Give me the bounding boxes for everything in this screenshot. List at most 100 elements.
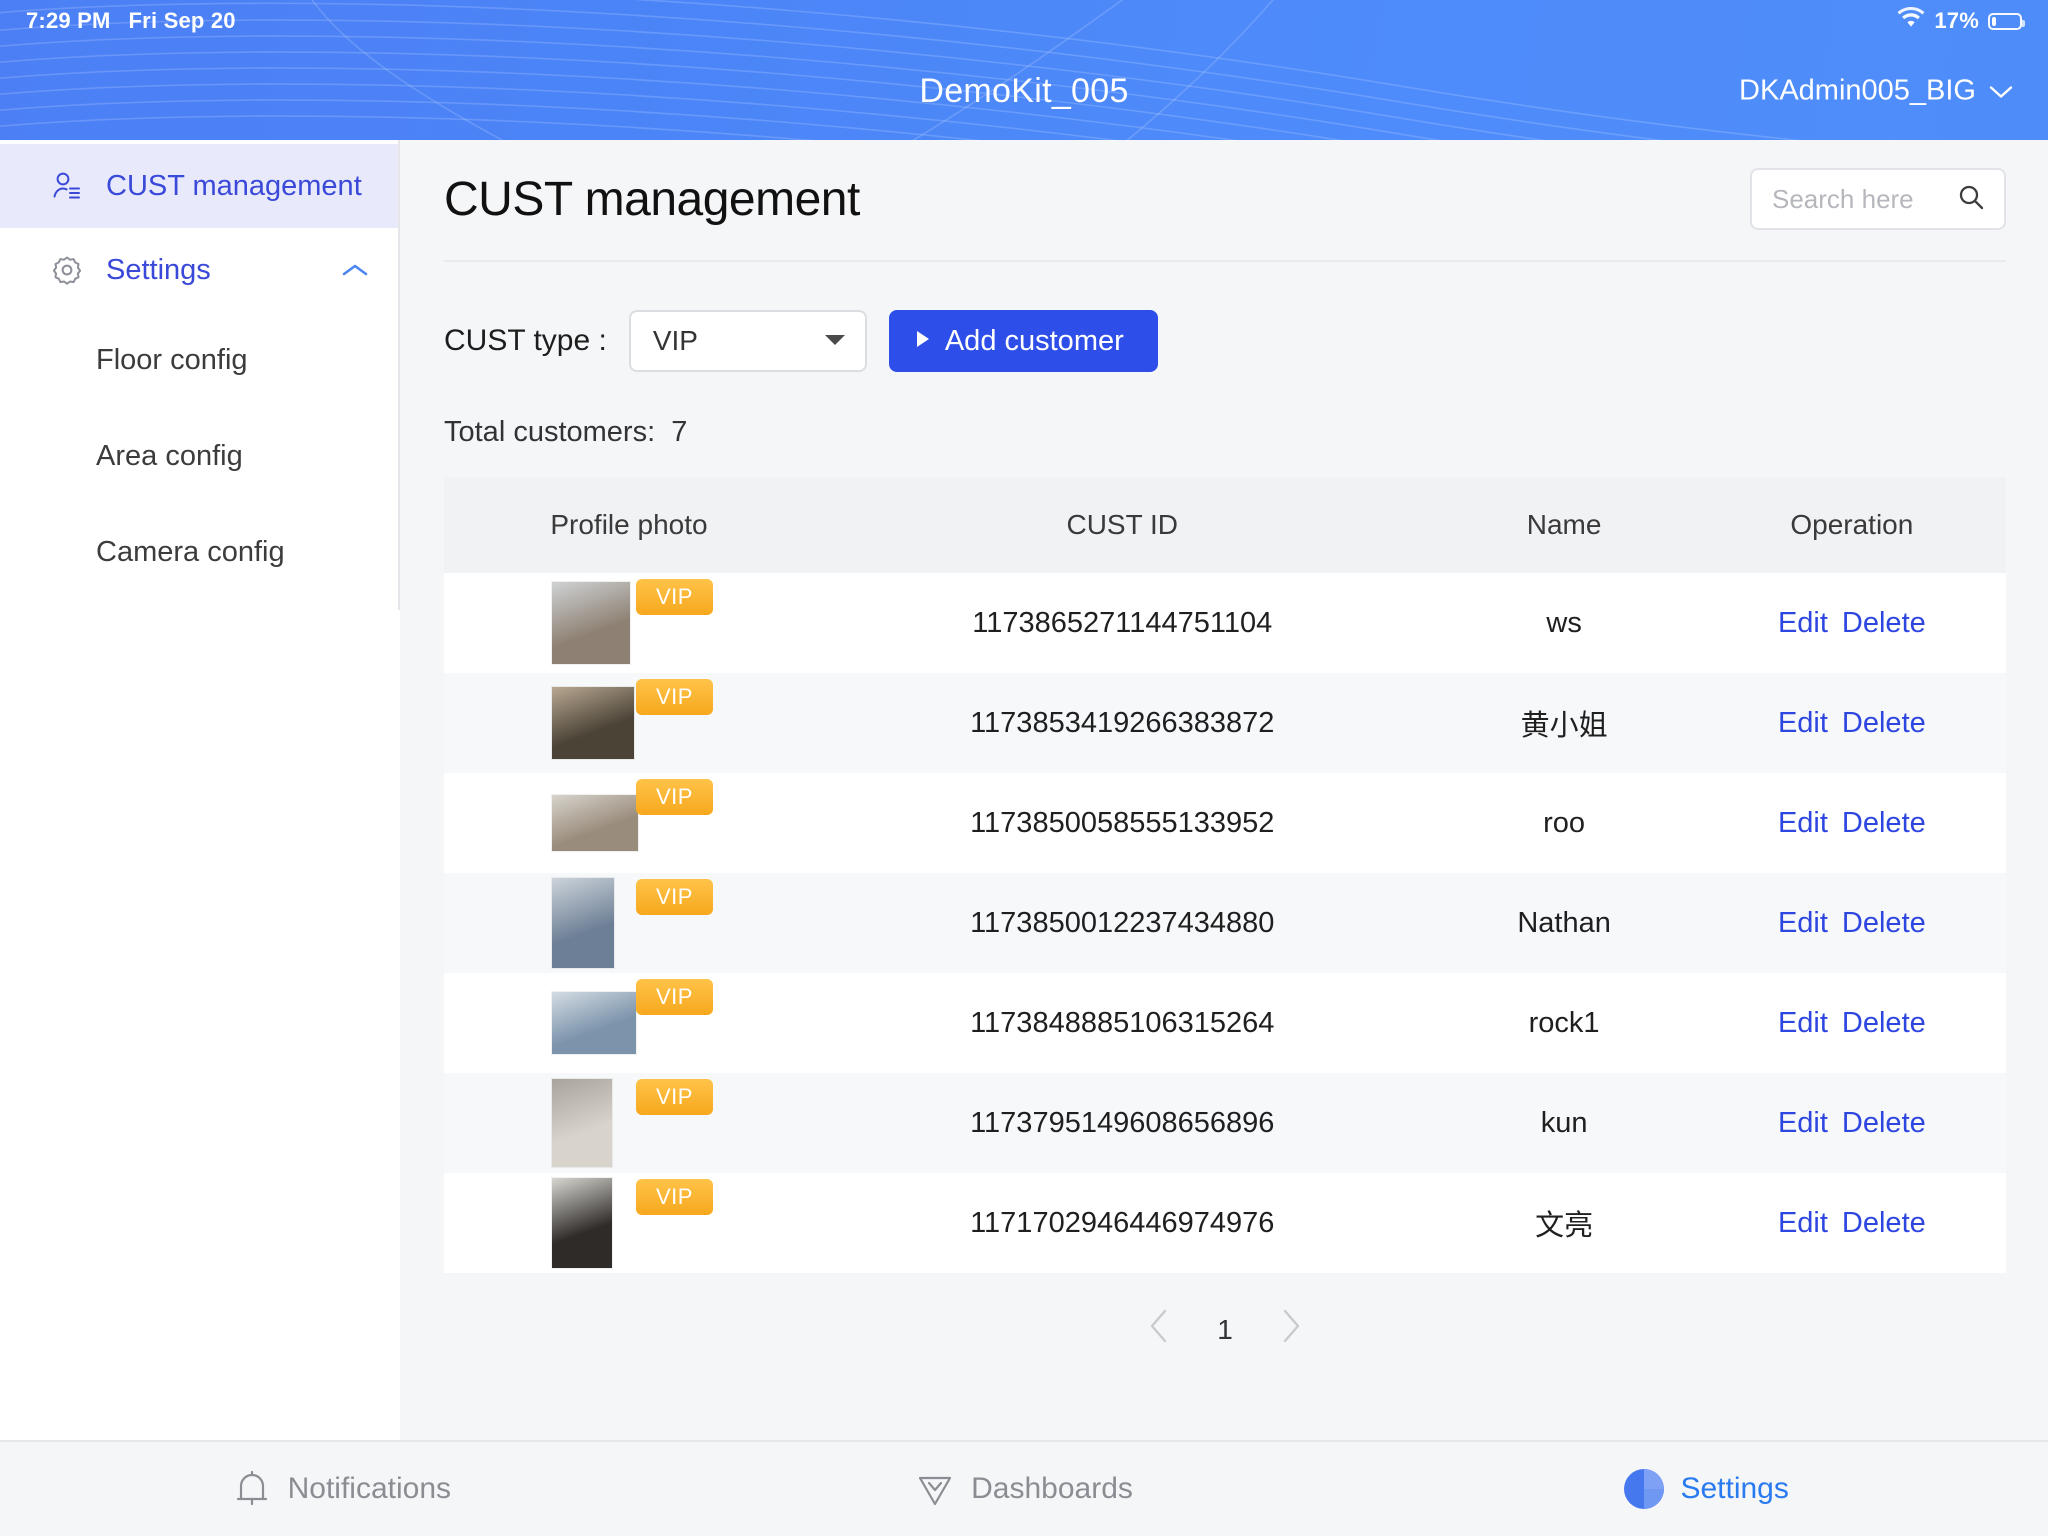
status-badge: VIP <box>636 879 713 915</box>
chevron-left-icon[interactable] <box>1145 1307 1173 1352</box>
cell-profile-photo: VIP <box>444 673 814 773</box>
edit-link[interactable]: Edit <box>1778 607 1828 640</box>
edit-link[interactable]: Edit <box>1778 807 1828 840</box>
cell-cust-id: 1173853419266383872 <box>970 706 1275 739</box>
search-box[interactable] <box>1750 168 2006 230</box>
sidebar-item-cust-management[interactable]: CUST management <box>0 144 400 228</box>
tab-dashboards[interactable]: Dashboards <box>683 1468 1366 1510</box>
cell-cust-id: 1171702946446974976 <box>970 1206 1275 1239</box>
delete-link[interactable]: Delete <box>1842 1107 1926 1140</box>
cell-operation: Edit Delete <box>1698 873 2006 973</box>
add-customer-button[interactable]: Add customer <box>888 310 1158 372</box>
play-triangle-icon <box>915 329 931 353</box>
page-header: CUST management <box>444 168 2006 262</box>
column-header-cust-id: CUST ID <box>813 477 1431 573</box>
cell-cust-id: 1173848885106315264 <box>970 1006 1275 1039</box>
cell-profile-photo: VIP <box>444 873 814 973</box>
search-icon[interactable] <box>1956 182 1986 217</box>
tab-label: Settings <box>1680 1472 1789 1505</box>
photo-cell: VIP <box>444 973 814 1073</box>
tab-notifications[interactable]: Notifications <box>0 1468 683 1510</box>
cell-cust-id: 1173850012237434880 <box>970 906 1275 939</box>
table-row: VIP 1173865271144751104 ws Edit Delete <box>444 573 2006 673</box>
delete-link[interactable]: Delete <box>1842 607 1926 640</box>
delete-link[interactable]: Delete <box>1842 1207 1926 1240</box>
battery-icon <box>1988 12 2025 30</box>
app-header: 7:29 PM Fri Sep 20 17% DemoKit_005 DKAdm… <box>0 0 2048 140</box>
table-row: VIP 1173850058555133952 roo Edit Delete <box>444 773 2006 873</box>
total-customers-value: 7 <box>671 416 688 448</box>
table-row: VIP 1173848885106315264 rock1 Edit Delete <box>444 973 2006 1073</box>
delete-link[interactable]: Delete <box>1842 807 1926 840</box>
operation-links: Edit Delete <box>1698 1107 2006 1140</box>
edit-link[interactable]: Edit <box>1778 907 1828 940</box>
edit-link[interactable]: Edit <box>1778 707 1828 740</box>
cell-operation: Edit Delete <box>1698 973 2006 1073</box>
cell-operation: Edit Delete <box>1698 1073 2006 1173</box>
cell-profile-photo: VIP <box>444 1173 814 1273</box>
user-menu-button[interactable]: DKAdmin005_BIG <box>1739 75 2014 108</box>
avatar[interactable] <box>552 1178 612 1268</box>
edit-link[interactable]: Edit <box>1778 1007 1828 1040</box>
chevron-down-icon <box>823 331 847 352</box>
avatar[interactable] <box>552 687 634 759</box>
main-content: CUST management CUST type : <box>400 140 2048 1474</box>
sidebar-subitem-label: Floor config <box>96 343 248 376</box>
cust-type-label: CUST type : <box>444 324 607 357</box>
cell-name: 黄小姐 <box>1520 710 1608 742</box>
cell-cust-id: 1173865271144751104 <box>972 606 1273 639</box>
operation-links: Edit Delete <box>1698 1207 2006 1240</box>
operation-links: Edit Delete <box>1698 807 2006 840</box>
cell-profile-photo: VIP <box>444 773 814 873</box>
cell-name: rock1 <box>1528 1006 1600 1039</box>
delete-link[interactable]: Delete <box>1842 1007 1926 1040</box>
avatar[interactable] <box>552 878 614 968</box>
avatar[interactable] <box>552 582 630 664</box>
sidebar: CUST management Settings Floor config Ar… <box>0 140 400 1474</box>
header-title-row: DemoKit_005 DKAdmin005_BIG <box>0 42 2048 140</box>
cell-cust-id: 1173795149608656896 <box>970 1106 1275 1139</box>
total-customers: Total customers: 7 <box>444 416 2006 449</box>
status-badge: VIP <box>636 1179 713 1215</box>
status-badge: VIP <box>636 979 713 1015</box>
photo-cell: VIP <box>444 673 814 773</box>
tab-label: Dashboards <box>971 1472 1133 1505</box>
chevron-down-icon <box>1988 75 2014 108</box>
search-input[interactable] <box>1772 183 1948 215</box>
column-header-operation: Operation <box>1697 477 2006 573</box>
cust-type-value: VIP <box>652 325 698 356</box>
table-row: VIP 1173795149608656896 kun Edit Delete <box>444 1073 2006 1173</box>
cell-name: roo <box>1543 806 1586 839</box>
operation-links: Edit Delete <box>1698 607 2006 640</box>
edit-link[interactable]: Edit <box>1778 1107 1828 1140</box>
cust-type-select[interactable]: VIP <box>628 310 867 372</box>
status-time: 7:29 PM <box>26 8 111 33</box>
sidebar-subitem-label: Camera config <box>96 535 285 568</box>
delete-link[interactable]: Delete <box>1842 907 1926 940</box>
cell-operation: Edit Delete <box>1698 1173 2006 1273</box>
edit-link[interactable]: Edit <box>1778 1207 1828 1240</box>
cell-name: 文亮 <box>1535 1210 1594 1242</box>
tab-settings[interactable]: Settings <box>1365 1469 2048 1509</box>
cell-name: Nathan <box>1517 906 1611 939</box>
chevron-up-icon[interactable] <box>340 261 370 279</box>
chevron-right-icon[interactable] <box>1277 1307 1305 1352</box>
operation-links: Edit Delete <box>1698 907 2006 940</box>
app-screen: 7:29 PM Fri Sep 20 17% DemoKit_005 DKAdm… <box>0 0 2048 1536</box>
sidebar-subitem-area-config[interactable]: Area config <box>0 408 400 504</box>
sidebar-subitem-camera-config[interactable]: Camera config <box>0 504 400 600</box>
sidebar-subitem-floor-config[interactable]: Floor config <box>0 312 400 408</box>
column-header-name: Name <box>1430 477 1698 573</box>
avatar[interactable] <box>552 992 636 1054</box>
status-bar: 7:29 PM Fri Sep 20 17% <box>0 0 2048 42</box>
pagination-current-page[interactable]: 1 <box>1217 1314 1233 1346</box>
battery-percent: 17% <box>1934 8 1979 33</box>
avatar[interactable] <box>552 795 638 851</box>
sidebar-item-settings[interactable]: Settings <box>0 228 400 312</box>
sidebar-item-label: Settings <box>106 253 211 286</box>
delete-link[interactable]: Delete <box>1842 707 1926 740</box>
sidebar-subitem-label: Area config <box>96 439 243 472</box>
avatar[interactable] <box>552 1079 612 1167</box>
add-customer-label: Add customer <box>944 324 1124 357</box>
photo-cell: VIP <box>444 1073 814 1173</box>
